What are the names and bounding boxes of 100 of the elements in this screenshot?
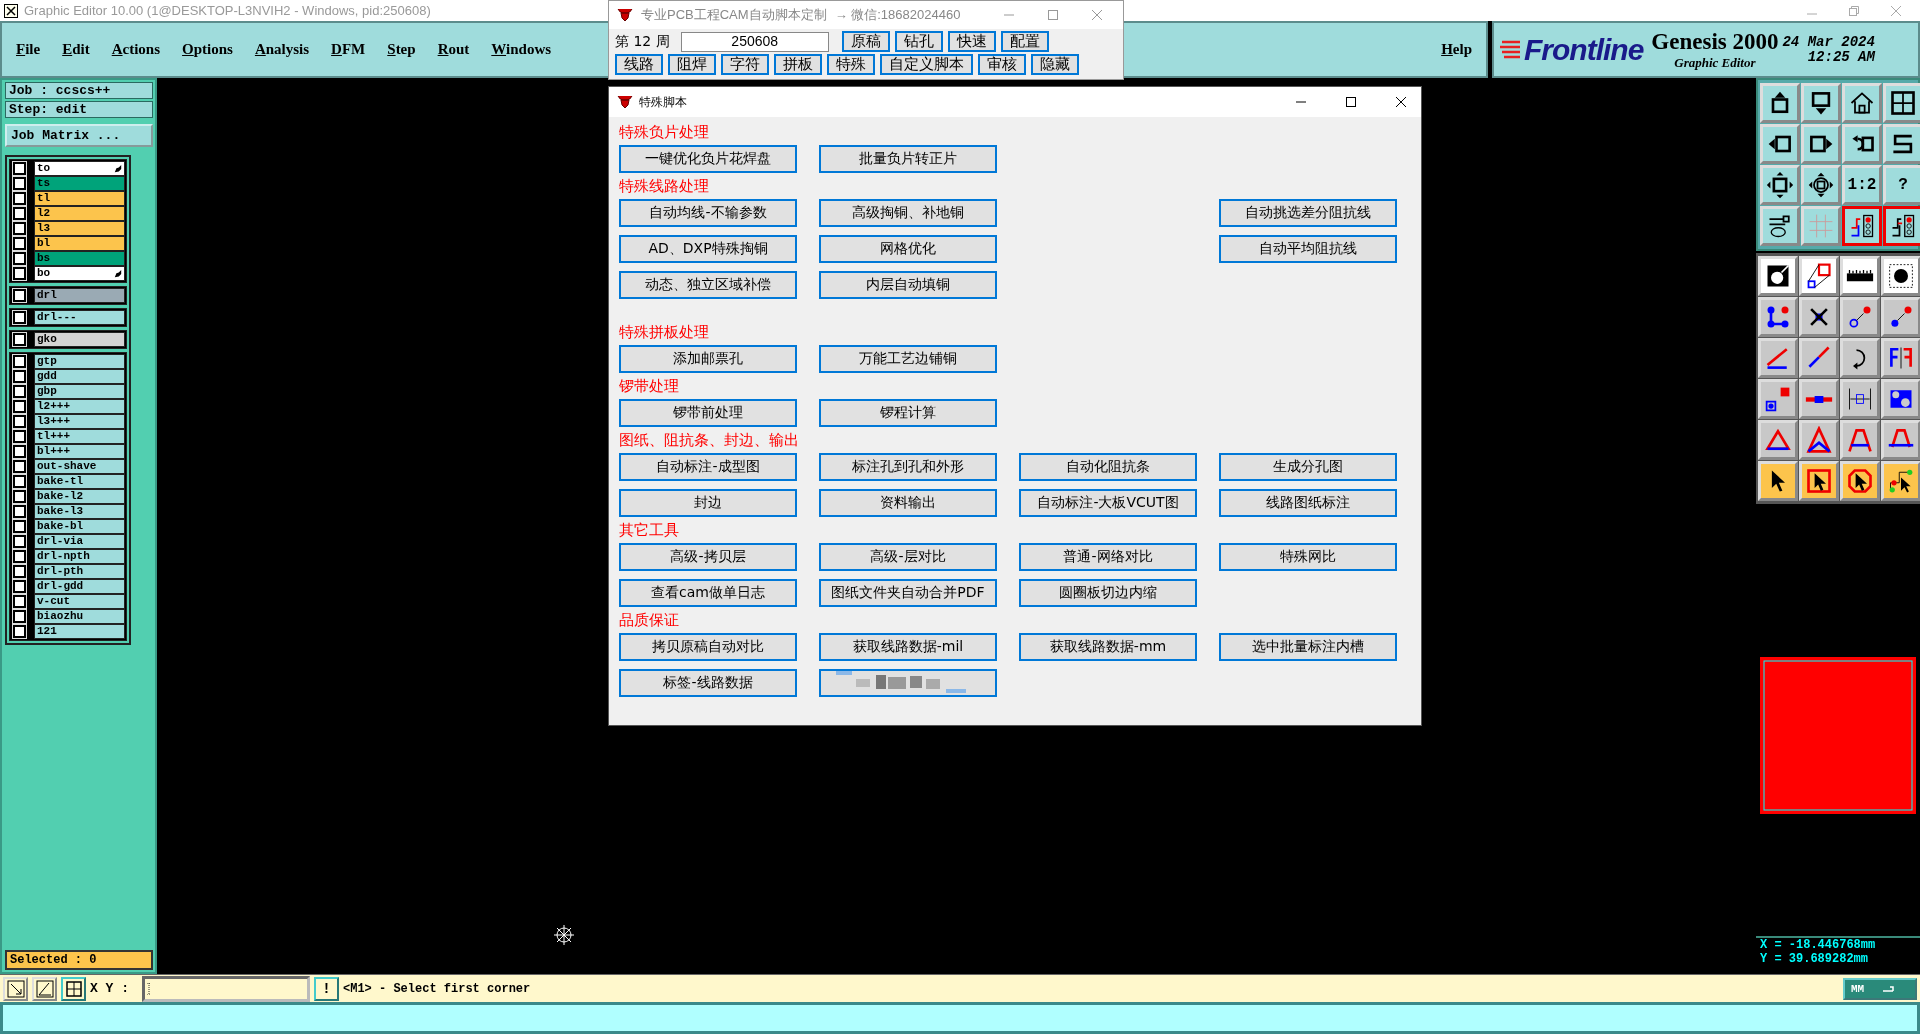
script-button[interactable]: AD、DXP特殊掏铜 bbox=[619, 235, 797, 263]
menu-item[interactable]: Edit bbox=[62, 41, 90, 58]
script-button[interactable]: 内层自动填铜 bbox=[819, 271, 997, 299]
toolbar-button[interactable]: 钻孔 bbox=[894, 31, 943, 52]
script-button[interactable]: 自动化阻抗条 bbox=[1019, 453, 1197, 481]
script-button[interactable]: 查看cam做单日志 bbox=[619, 579, 797, 607]
layer-name[interactable]: tl+++ bbox=[34, 429, 125, 444]
script-button[interactable]: 高级掏铜、补地铜 bbox=[819, 199, 997, 227]
script-button[interactable]: 动态、独立区域补偿 bbox=[619, 271, 797, 299]
layer-name[interactable]: drl-gdd bbox=[34, 579, 125, 594]
layer-name[interactable]: v-cut bbox=[34, 594, 125, 609]
layer-name[interactable]: bo bbox=[34, 266, 125, 281]
script-button[interactable]: 获取线路数据-mil bbox=[819, 633, 997, 661]
script-button[interactable]: 一键优化负片花焊盘 bbox=[619, 145, 797, 173]
layer-name[interactable]: drl bbox=[34, 288, 125, 303]
alert-button[interactable]: ! bbox=[314, 976, 339, 1001]
layer-name[interactable]: gko bbox=[34, 332, 125, 347]
layer-checkbox[interactable] bbox=[13, 460, 26, 473]
script-button[interactable]: 锣带前处理 bbox=[619, 399, 797, 427]
layer-name[interactable]: l3+++ bbox=[34, 414, 125, 429]
toolbar-button[interactable]: 线路 bbox=[615, 54, 663, 75]
layer-checkbox[interactable] bbox=[13, 430, 26, 443]
zoom-diagonal-button[interactable] bbox=[3, 976, 28, 1001]
script-button[interactable]: 自动标注-成型图 bbox=[619, 453, 797, 481]
layer-checkbox[interactable] bbox=[13, 289, 26, 302]
tool-button[interactable] bbox=[1842, 206, 1882, 246]
layer-name[interactable]: l2+++ bbox=[34, 399, 125, 414]
toolbar-button[interactable]: 隐藏 bbox=[1031, 54, 1079, 75]
layer-name[interactable]: ts bbox=[34, 176, 125, 191]
script-button[interactable]: 批量负片转正片 bbox=[819, 145, 997, 173]
script-button[interactable]: 自动均线-不输参数 bbox=[619, 199, 797, 227]
xy-input-field[interactable] bbox=[142, 975, 310, 1002]
maximize-icon[interactable] bbox=[1345, 96, 1357, 108]
tool-button[interactable]: ? bbox=[1883, 165, 1920, 205]
toolbar-button[interactable]: 拼板 bbox=[774, 54, 822, 75]
script-button[interactable]: 封边 bbox=[619, 489, 797, 517]
layer-name[interactable]: bake-l2 bbox=[34, 489, 125, 504]
layer-name[interactable]: bs bbox=[34, 251, 125, 266]
layer-checkbox[interactable] bbox=[13, 415, 26, 428]
layer-name[interactable]: drl--- bbox=[34, 310, 125, 325]
layer-name[interactable]: bl+++ bbox=[34, 444, 125, 459]
layer-name[interactable]: 121 bbox=[34, 624, 125, 639]
layer-checkbox[interactable] bbox=[13, 192, 26, 205]
layer-checkbox[interactable] bbox=[13, 610, 26, 623]
script-button[interactable]: 获取线路数据-mm bbox=[1019, 633, 1197, 661]
layer-name[interactable]: bake-l3 bbox=[34, 504, 125, 519]
menu-item[interactable]: Options bbox=[182, 41, 233, 58]
layer-name[interactable]: drl-via bbox=[34, 534, 125, 549]
script-button[interactable]: 标签-线路数据 bbox=[619, 669, 797, 697]
layer-name[interactable]: drl-npth bbox=[34, 549, 125, 564]
tool-button[interactable]: 1:2 bbox=[1842, 165, 1882, 205]
layer-name[interactable]: to bbox=[34, 161, 125, 176]
script-button[interactable]: 自动平均阻抗线 bbox=[1219, 235, 1397, 263]
script-button[interactable]: 万能工艺边铺铜 bbox=[819, 345, 997, 373]
script-button[interactable]: 资料输出 bbox=[819, 489, 997, 517]
script-button[interactable]: 自动挑选差分阻抗线 bbox=[1219, 199, 1397, 227]
script-button[interactable]: 标注孔到孔和外形 bbox=[819, 453, 997, 481]
layer-checkbox[interactable] bbox=[13, 370, 26, 383]
toolbar-button[interactable]: 原稿 bbox=[841, 31, 890, 52]
layer-checkbox[interactable] bbox=[13, 222, 26, 235]
menu-item[interactable]: Actions bbox=[111, 41, 161, 58]
script-button[interactable]: 高级-层对比 bbox=[819, 543, 997, 571]
layer-name[interactable]: l2 bbox=[34, 206, 125, 221]
tool-button[interactable] bbox=[1883, 206, 1920, 246]
layer-checkbox[interactable] bbox=[13, 311, 26, 324]
layer-checkbox[interactable] bbox=[13, 505, 26, 518]
layer-name[interactable]: drl-pth bbox=[34, 564, 125, 579]
layer-checkbox[interactable] bbox=[13, 162, 26, 175]
script-button[interactable]: 拷贝原稿自动对比 bbox=[619, 633, 797, 661]
layer-name[interactable]: tl bbox=[34, 191, 125, 206]
script-button[interactable]: 自动标注-大板VCUT图 bbox=[1019, 489, 1197, 517]
layer-name[interactable]: gdd bbox=[34, 369, 125, 384]
grid-snap-button[interactable] bbox=[61, 976, 86, 1001]
layer-name[interactable]: gbp bbox=[34, 384, 125, 399]
menu-item[interactable]: Step bbox=[387, 41, 416, 58]
toolbar-button[interactable]: 阻焊 bbox=[668, 54, 716, 75]
script-button[interactable]: 网格优化 bbox=[819, 235, 997, 263]
menu-item[interactable]: Analysis bbox=[254, 41, 310, 58]
layer-name[interactable]: bl bbox=[34, 236, 125, 251]
close-icon[interactable] bbox=[1395, 96, 1407, 108]
layer-checkbox[interactable] bbox=[13, 520, 26, 533]
layer-checkbox[interactable] bbox=[13, 267, 26, 280]
redacted-button[interactable] bbox=[819, 669, 997, 697]
toolbar-button[interactable]: 配置 bbox=[1000, 31, 1049, 52]
layer-name[interactable]: out-shave bbox=[34, 459, 125, 474]
script-button[interactable]: 普通-网络对比 bbox=[1019, 543, 1197, 571]
layer-name[interactable]: l3 bbox=[34, 221, 125, 236]
toolbar-button[interactable]: 审核 bbox=[978, 54, 1026, 75]
menu-item[interactable]: DFM bbox=[331, 41, 366, 58]
layer-name[interactable]: bake-tl bbox=[34, 474, 125, 489]
script-button[interactable]: 锣程计算 bbox=[819, 399, 997, 427]
menu-item[interactable]: Help bbox=[1441, 41, 1472, 58]
script-button[interactable]: 高级-拷贝层 bbox=[619, 543, 797, 571]
layer-checkbox[interactable] bbox=[13, 333, 26, 346]
job-matrix-button[interactable]: Job Matrix ... bbox=[5, 124, 153, 147]
layer-checkbox[interactable] bbox=[13, 177, 26, 190]
menu-item[interactable]: File bbox=[16, 41, 41, 58]
toolbar-button[interactable]: 特殊 bbox=[827, 54, 875, 75]
layer-name[interactable]: bake-bl bbox=[34, 519, 125, 534]
layer-checkbox[interactable] bbox=[13, 400, 26, 413]
